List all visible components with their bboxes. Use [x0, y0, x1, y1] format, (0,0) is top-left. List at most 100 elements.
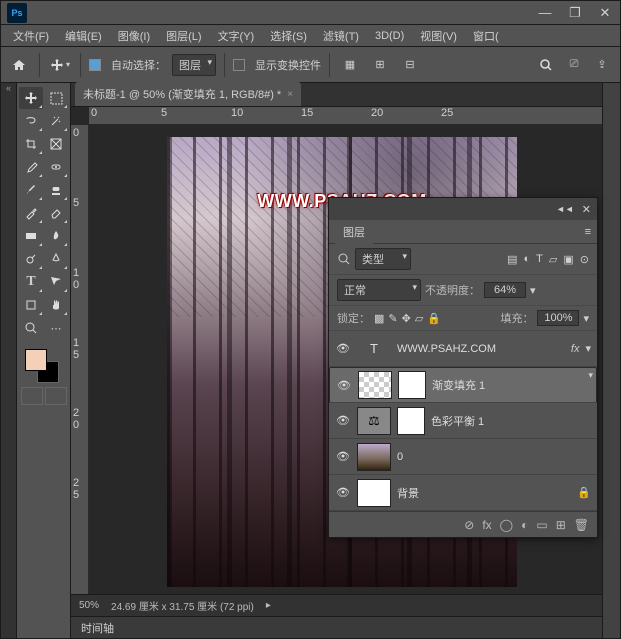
hand-tool[interactable]: [44, 294, 68, 316]
align-icon-1[interactable]: ▦: [338, 53, 362, 77]
menu-3d[interactable]: 3D(D): [367, 27, 412, 45]
history-brush-tool[interactable]: [19, 202, 43, 224]
frame-tool[interactable]: [44, 133, 68, 155]
auto-select-dropdown[interactable]: 图层: [172, 54, 216, 76]
ruler-horizontal[interactable]: 0510152025: [89, 107, 620, 125]
fill-input[interactable]: 100%: [537, 310, 579, 326]
layer-row[interactable]: 👁 渐变填充 1: [329, 367, 597, 403]
visibility-icon[interactable]: 👁: [335, 414, 351, 427]
filter-text-icon[interactable]: T: [536, 253, 543, 266]
menu-edit[interactable]: 编辑(E): [57, 25, 110, 47]
link-layers-icon[interactable]: ⊘: [464, 518, 474, 532]
menu-filter[interactable]: 滤镜(T): [315, 25, 367, 47]
opacity-dropdown-icon[interactable]: ▾: [530, 284, 536, 297]
fx-icon[interactable]: fx: [482, 518, 491, 532]
color-swatches[interactable]: [19, 347, 68, 381]
menu-file[interactable]: 文件(F): [5, 25, 57, 47]
dodge-tool[interactable]: [19, 248, 43, 270]
layers-tab[interactable]: 图层: [335, 220, 373, 244]
layer-mask[interactable]: [398, 371, 426, 399]
ruler-vertical[interactable]: 051 01 52 02 5: [71, 125, 89, 594]
search-icon[interactable]: [337, 252, 351, 266]
foreground-color[interactable]: [25, 349, 47, 371]
show-transform-checkbox[interactable]: [233, 59, 245, 71]
screen-mode-icon[interactable]: ⎚: [562, 53, 586, 77]
menu-window[interactable]: 窗口(: [465, 25, 507, 47]
visibility-icon[interactable]: 👁: [335, 486, 351, 499]
brush-tool[interactable]: [19, 179, 43, 201]
auto-select-checkbox[interactable]: [89, 59, 101, 71]
filter-adjust-icon[interactable]: ◐: [524, 253, 531, 266]
document-tab[interactable]: 未标题-1 @ 50% (渐变填充 1, RGB/8#) * ×: [75, 82, 301, 106]
filter-image-icon[interactable]: ▤: [507, 253, 517, 266]
trash-icon[interactable]: 🗑: [574, 518, 589, 532]
move-tool[interactable]: [19, 87, 43, 109]
lock-pixels-icon[interactable]: ▩: [374, 312, 384, 325]
status-arrow-icon[interactable]: ▸: [266, 600, 271, 611]
quick-mask-icon[interactable]: [21, 387, 43, 405]
menu-view[interactable]: 视图(V): [412, 25, 465, 47]
group-icon[interactable]: ▭: [536, 518, 547, 532]
eyedropper-tool[interactable]: [19, 156, 43, 178]
visibility-icon[interactable]: 👁: [336, 379, 352, 392]
stamp-tool[interactable]: [44, 179, 68, 201]
opacity-input[interactable]: 64%: [484, 282, 526, 298]
filter-smart-icon[interactable]: ▣: [563, 253, 573, 266]
layer-row[interactable]: 👁 0: [329, 439, 597, 475]
layer-mask[interactable]: [397, 407, 425, 435]
menu-select[interactable]: 选择(S): [262, 25, 315, 47]
close-tab-icon[interactable]: ×: [287, 89, 293, 100]
blur-tool[interactable]: [44, 225, 68, 247]
close-button[interactable]: ✕: [590, 1, 620, 25]
layer-row[interactable]: 👁 T WWW.PSAHZ.COM fx▾: [329, 331, 597, 367]
align-icon-3[interactable]: ⊟: [398, 53, 422, 77]
menu-type[interactable]: 文字(Y): [210, 25, 263, 47]
fx-badge[interactable]: fx: [571, 343, 580, 355]
right-sidebar[interactable]: [602, 83, 620, 638]
layer-row[interactable]: 👁 ⚖ 色彩平衡 1: [329, 403, 597, 439]
menu-image[interactable]: 图像(I): [110, 25, 158, 47]
share-icon[interactable]: ⇪: [590, 53, 614, 77]
type-tool[interactable]: T: [19, 271, 43, 293]
align-icon-2[interactable]: ⊞: [368, 53, 392, 77]
close-panel-icon[interactable]: ✕: [582, 203, 591, 216]
search-icon[interactable]: [534, 53, 558, 77]
move-tool-icon[interactable]: ▾: [48, 53, 72, 77]
gradient-tool[interactable]: [19, 225, 43, 247]
pen-tool[interactable]: [44, 248, 68, 270]
blend-mode-dropdown[interactable]: 正常: [337, 279, 421, 301]
screen-mode-tool[interactable]: [45, 387, 67, 405]
filter-toggle-icon[interactable]: ⊙: [580, 253, 589, 266]
more-tools[interactable]: ⋯: [44, 317, 68, 339]
collapse-panel-icon[interactable]: ◄◄: [556, 204, 574, 214]
layer-row[interactable]: 👁 背景 🔒: [329, 475, 597, 511]
lock-brush-icon[interactable]: ✎: [388, 312, 397, 325]
marquee-tool[interactable]: [44, 87, 68, 109]
adjustment-icon[interactable]: ◐: [521, 518, 528, 532]
maximize-button[interactable]: ❐: [560, 1, 590, 25]
visibility-icon[interactable]: 👁: [335, 342, 351, 355]
lock-position-icon[interactable]: ✥: [402, 312, 411, 325]
filter-type-dropdown[interactable]: 类型: [355, 248, 411, 270]
fill-dropdown-icon[interactable]: ▾: [583, 312, 589, 325]
home-icon[interactable]: [7, 53, 31, 77]
zoom-level[interactable]: 50%: [79, 600, 99, 611]
collapse-strip[interactable]: «: [1, 83, 17, 638]
shape-tool[interactable]: [19, 294, 43, 316]
eraser-tool[interactable]: [44, 202, 68, 224]
heal-tool[interactable]: [44, 156, 68, 178]
timeline-panel[interactable]: 时间轴 ≡: [71, 616, 620, 638]
filter-shape-icon[interactable]: ▱: [549, 253, 557, 266]
mask-icon[interactable]: ◯: [500, 518, 513, 532]
lasso-tool[interactable]: [19, 110, 43, 132]
crop-tool[interactable]: [19, 133, 43, 155]
new-layer-icon[interactable]: ⊞: [556, 518, 566, 532]
lock-all-icon[interactable]: 🔒: [427, 312, 441, 325]
zoom-tool[interactable]: [19, 317, 43, 339]
visibility-icon[interactable]: 👁: [335, 450, 351, 463]
minimize-button[interactable]: —: [530, 1, 560, 25]
panel-menu-icon[interactable]: ≡: [585, 226, 591, 238]
lock-artboard-icon[interactable]: ▱: [415, 312, 423, 325]
menu-layer[interactable]: 图层(L): [158, 25, 209, 47]
path-tool[interactable]: [44, 271, 68, 293]
